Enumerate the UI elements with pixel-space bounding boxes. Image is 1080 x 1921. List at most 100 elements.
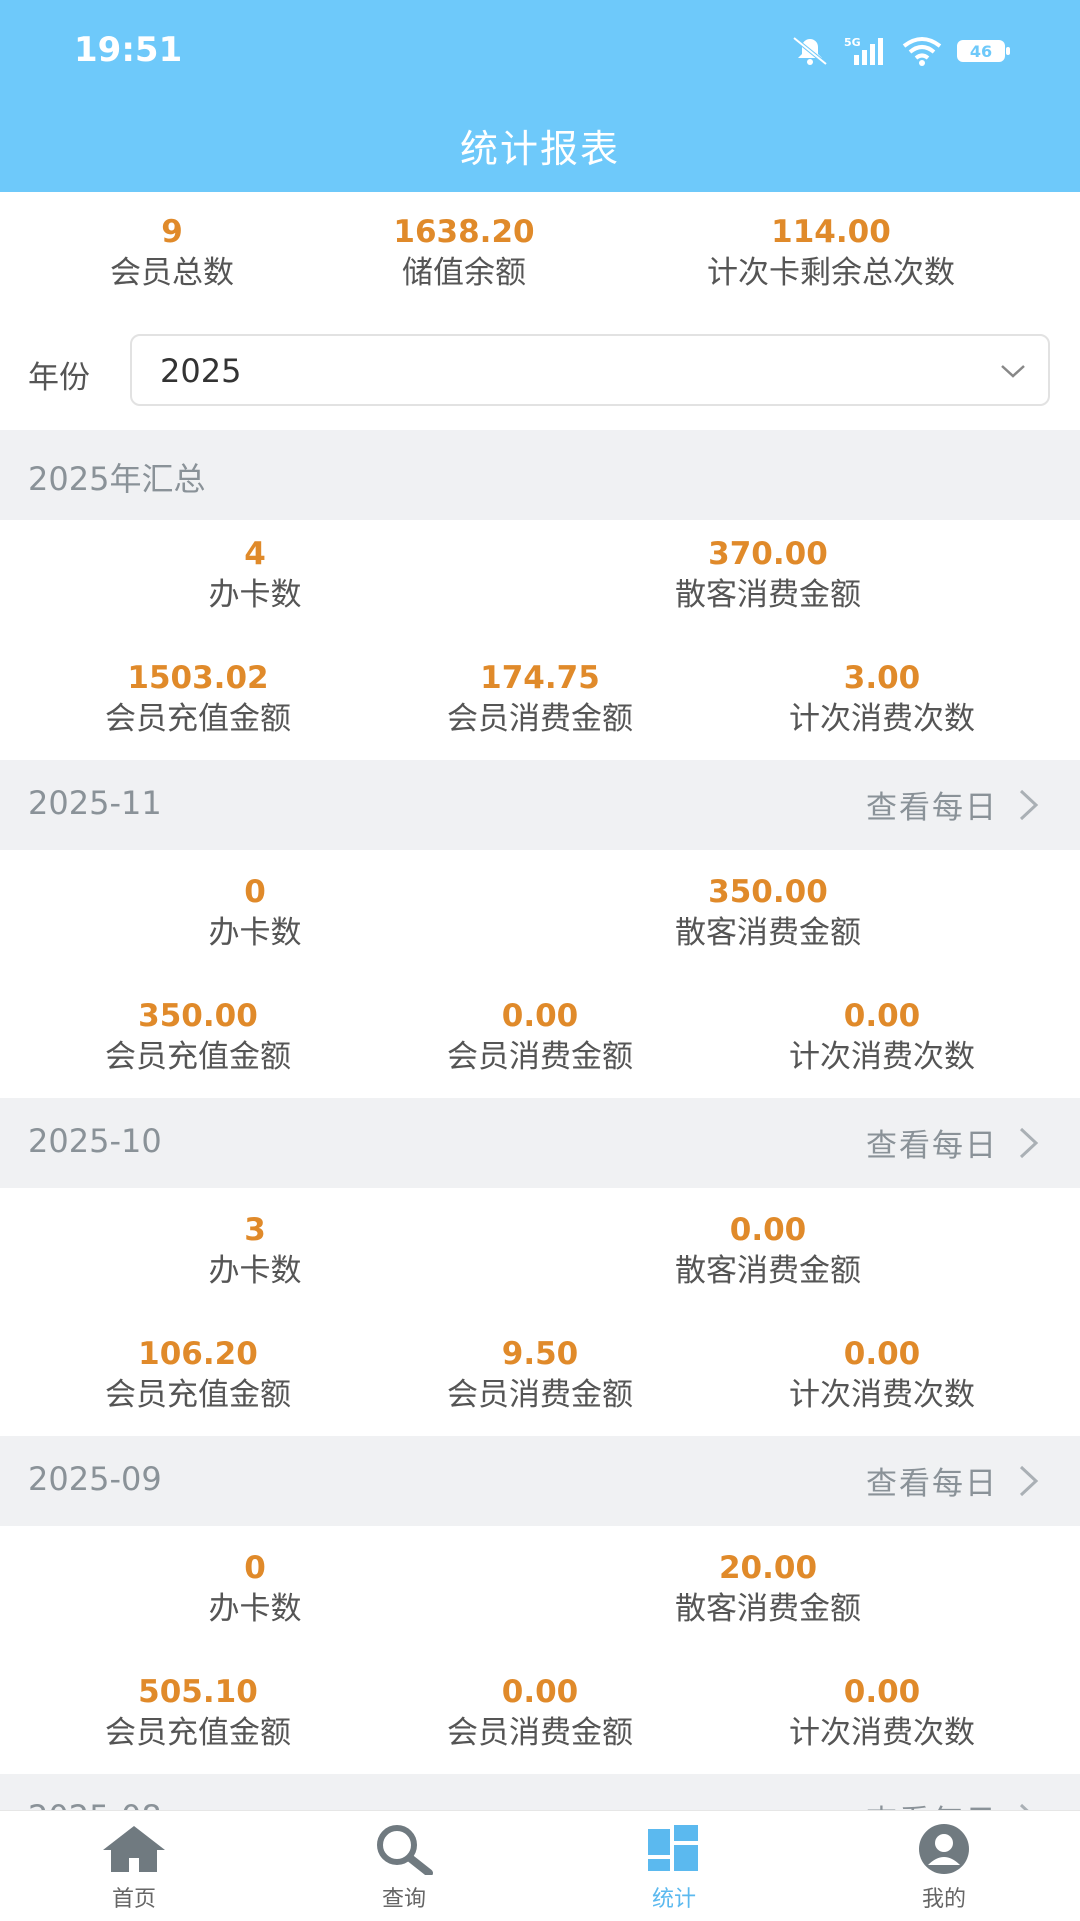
section-header-2025: 2025年汇总: [0, 430, 1080, 520]
wifi-icon: [902, 37, 942, 66]
stored-balance-value: 1638.20: [393, 214, 535, 250]
member-spend: 0.00 会员消费金额: [400, 1672, 680, 1754]
year-select-value: 2025: [160, 352, 242, 390]
count-spend: 0.00 计次消费次数: [742, 996, 1022, 1078]
signal-icon: 5G: [844, 36, 883, 65]
section-header-2025-09: 2025-09 查看每日: [0, 1436, 1080, 1526]
count-spend: 0.00 计次消费次数: [742, 1672, 1022, 1754]
member-spend: 174.75 会员消费金额: [400, 658, 680, 740]
view-daily-label: 查看每日: [866, 1128, 998, 1164]
year-label: 年份: [28, 360, 90, 396]
walkin-spend-value: 350.00: [708, 874, 828, 910]
cards-opened-label: 办卡数: [208, 1253, 302, 1289]
member-spend-value: 0.00: [501, 998, 579, 1034]
page-title: 统计报表: [459, 127, 620, 171]
cards-opened: 3 办卡数: [155, 1210, 355, 1292]
mute-icon: [792, 36, 828, 66]
status-time: 19:51: [74, 30, 183, 70]
count-spend-label: 计次消费次数: [789, 1039, 975, 1075]
chevron-right-icon: [1019, 1465, 1039, 1496]
member-recharge: 1503.02 会员充值金额: [58, 658, 338, 740]
tab-profile-label: 我的: [921, 1887, 966, 1912]
cards-opened-value: 3: [244, 1212, 266, 1248]
member-total: 9 会员总数: [72, 212, 272, 294]
walkin-spend-label: 散客消费金额: [675, 1253, 861, 1289]
view-daily-label: 查看每日: [866, 790, 998, 826]
search-icon: [377, 1825, 433, 1875]
remaining-count-label: 计次卡剩余总次数: [707, 255, 955, 291]
member-spend: 0.00 会员消费金额: [400, 996, 680, 1078]
stored-balance: 1638.20 储值余额: [364, 212, 564, 294]
member-recharge-label: 会员充值金额: [105, 1377, 291, 1413]
member-recharge: 350.00 会员充值金额: [58, 996, 338, 1078]
member-spend-value: 174.75: [480, 660, 600, 696]
cards-opened-label: 办卡数: [208, 1591, 302, 1627]
chevron-right-icon: [1019, 1127, 1039, 1158]
chevron-down-icon: [1001, 365, 1025, 378]
member-recharge-label: 会员充值金额: [105, 1039, 291, 1075]
member-spend: 9.50 会员消费金额: [400, 1334, 680, 1416]
walkin-spend: 20.00 散客消费金额: [628, 1548, 908, 1630]
tab-search[interactable]: 查询: [324, 1823, 484, 1913]
walkin-spend-label: 散客消费金额: [675, 577, 861, 613]
tab-profile[interactable]: 我的: [864, 1823, 1024, 1913]
stats-icon: [648, 1825, 698, 1871]
view-daily-link[interactable]: 查看每日: [866, 1120, 1040, 1165]
member-recharge-value: 350.00: [138, 998, 258, 1034]
member-recharge: 505.10 会员充值金额: [58, 1672, 338, 1754]
walkin-spend-value: 370.00: [708, 536, 828, 572]
cards-opened: 4 办卡数: [155, 534, 355, 616]
cards-opened-label: 办卡数: [208, 577, 302, 613]
battery-icon: 46: [957, 40, 1010, 62]
member-recharge-value: 1503.02: [127, 660, 269, 696]
cards-opened: 0 办卡数: [155, 872, 355, 954]
cards-opened: 0 办卡数: [155, 1548, 355, 1630]
count-spend-label: 计次消费次数: [789, 1715, 975, 1751]
member-recharge-label: 会员充值金额: [105, 1715, 291, 1751]
member-spend-label: 会员消费金额: [447, 1715, 633, 1751]
walkin-spend-label: 散客消费金额: [675, 1591, 861, 1627]
section-header-2025-10: 2025-10 查看每日: [0, 1098, 1080, 1188]
walkin-spend: 370.00 散客消费金额: [628, 534, 908, 616]
count-spend-value: 0.00: [843, 1336, 921, 1372]
remaining-count: 114.00 计次卡剩余总次数: [661, 212, 1001, 294]
walkin-spend: 350.00 散客消费金额: [628, 872, 908, 954]
view-daily-link[interactable]: 查看每日: [866, 1458, 1040, 1503]
tab-search-label: 查询: [381, 1887, 426, 1912]
svg-text:46: 46: [970, 42, 992, 61]
member-spend-value: 0.00: [501, 1674, 579, 1710]
count-spend-label: 计次消费次数: [789, 701, 975, 737]
count-spend-label: 计次消费次数: [789, 1377, 975, 1413]
tab-stats[interactable]: 统计: [594, 1823, 754, 1913]
section-title: 2025-09: [28, 1460, 162, 1498]
section-header-2025-11: 2025-11 查看每日: [0, 760, 1080, 850]
cards-opened-value: 0: [244, 874, 266, 910]
section-title: 2025年汇总: [28, 460, 206, 498]
svg-text:5G: 5G: [844, 36, 861, 49]
home-icon: [103, 1826, 165, 1872]
year-select[interactable]: 2025: [130, 334, 1050, 406]
member-recharge: 106.20 会员充值金额: [58, 1334, 338, 1416]
member-total-value: 9: [161, 214, 183, 250]
chevron-right-icon: [1019, 789, 1039, 820]
section-title: 2025-10: [28, 1122, 162, 1160]
count-spend-value: 0.00: [843, 1674, 921, 1710]
walkin-spend-value: 20.00: [718, 1550, 818, 1586]
walkin-spend: 0.00 散客消费金额: [628, 1210, 908, 1292]
member-spend-label: 会员消费金额: [447, 1377, 633, 1413]
view-daily-link[interactable]: 查看每日: [866, 782, 1040, 827]
app-header: 19:51 5G 46 统计报表: [0, 0, 1080, 192]
member-recharge-label: 会员充值金额: [105, 701, 291, 737]
tab-home-label: 首页: [111, 1887, 156, 1912]
cards-opened-value: 0: [244, 1550, 266, 1586]
view-daily-label: 查看每日: [866, 1466, 998, 1502]
tab-stats-label: 统计: [651, 1887, 696, 1912]
cards-opened-value: 4: [244, 536, 266, 572]
member-recharge-value: 505.10: [138, 1674, 258, 1710]
status-icons: 5G 46: [790, 34, 1012, 68]
year-filter: 年份 2025: [0, 330, 1080, 420]
tab-home[interactable]: 首页: [54, 1823, 214, 1913]
member-recharge-value: 106.20: [138, 1336, 258, 1372]
count-spend: 3.00 计次消费次数: [742, 658, 1022, 740]
count-spend: 0.00 计次消费次数: [742, 1334, 1022, 1416]
